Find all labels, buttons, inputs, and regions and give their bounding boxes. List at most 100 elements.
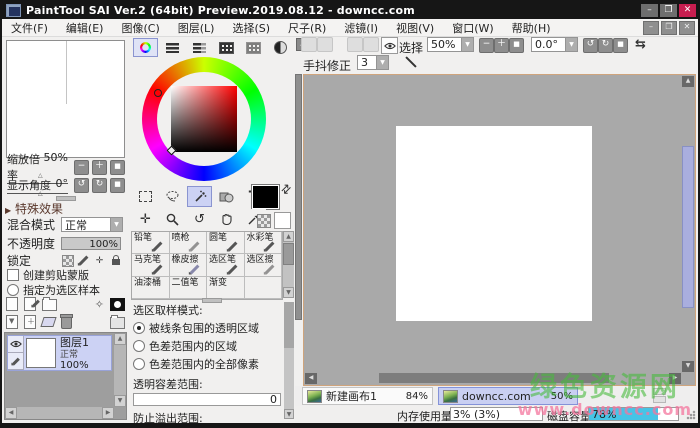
tab-scroll-prev-button[interactable] [653,388,666,395]
brush-selection-eraser[interactable]: 选区擦 [245,254,283,276]
hue-marker[interactable] [154,89,162,97]
redo-button[interactable] [317,37,333,52]
canvas-zoom-in-button[interactable]: ＋ [494,38,509,53]
canvas-scroll-up-icon[interactable]: ▲ [682,76,694,87]
canvas-vscroll-thumb[interactable] [682,146,694,308]
brush-scroll-down-icon[interactable]: ▼ [283,287,294,298]
zoom-reset-button[interactable]: ■ [110,160,125,175]
tab-rgb-sliders[interactable] [160,38,185,57]
menu-layer[interactable]: 图层(L) [169,20,224,36]
lasso-tool[interactable] [160,186,185,207]
merge-down-icon[interactable]: ＋ [24,315,36,329]
zoom-tool[interactable] [160,209,185,230]
menu-ruler[interactable]: 尺子(R) [279,20,335,36]
delete-layer-icon[interactable] [61,316,72,329]
hand-tool[interactable] [214,209,239,230]
option-color-range-pixels[interactable]: 色差范围内的全部像素 [133,356,283,372]
minimize-button[interactable]: – [641,4,658,17]
canvas-vscrollbar[interactable]: ▲ ▼ [682,76,694,384]
doc-close-button[interactable]: ✕ [679,21,695,35]
dropdown-arrow-icon[interactable]: ▼ [565,38,577,51]
navigator-preview[interactable] [6,40,125,158]
magic-wand-tool[interactable] [187,186,212,207]
tab-color-swatches[interactable] [214,38,239,57]
invert-selection-button[interactable] [363,37,379,52]
brush-pencil[interactable]: 铅笔 [132,232,170,254]
menu-help[interactable]: 帮助(H) [503,20,560,36]
doc-minimize-button[interactable]: – [643,21,659,35]
canvas-angle-reset-button[interactable]: ■ [613,38,628,53]
lock-paint-icon[interactable] [77,255,90,267]
rect-select-tool[interactable] [133,186,158,207]
canvas-hscroll-thumb[interactable] [379,373,609,383]
brush-watercolor[interactable]: 水彩笔 [245,232,283,254]
brush-gradient[interactable]: 渐变 [207,277,245,299]
opacity-slider[interactable]: 100% [61,237,121,250]
layer-paint-mode-icon[interactable] [8,353,23,370]
duplicate-layer-icon[interactable] [110,317,125,329]
blend-mode-select[interactable]: 正常 ▼ [61,217,123,232]
line-smoothing-icon[interactable] [403,55,417,69]
panel-splitter[interactable] [295,74,302,320]
scroll-right-icon[interactable]: ▶ [102,407,114,419]
menu-file[interactable]: 文件(F) [2,20,57,36]
canvas-rotate-ccw-button[interactable]: ↺ [583,38,598,53]
clear-layer-icon[interactable] [40,317,56,327]
menu-select[interactable]: 选择(S) [223,20,279,36]
radio-selected-icon[interactable] [133,322,145,334]
select-shape-tool[interactable] [214,186,239,207]
canvas-scroll-right-icon[interactable]: ▶ [669,373,681,384]
rotate-ccw-button[interactable]: ↺ [74,178,89,193]
new-vector-layer-icon[interactable] [24,297,36,311]
canvas-angle-combo[interactable]: 0.0° ▼ [531,37,578,52]
maximize-button[interactable]: ❐ [660,4,677,17]
angle-reset-button[interactable]: ■ [110,178,125,193]
layer-row[interactable]: 图层1 正常 100% [7,335,112,371]
tab-hsv-sliders[interactable] [187,38,212,57]
rotate-cw-button[interactable]: ↻ [92,178,107,193]
menu-view[interactable]: 视图(V) [387,20,443,36]
canvas-zoom-combo[interactable]: 50% ▼ [427,37,474,52]
brush-bucket[interactable]: 油漆桶 [132,277,170,299]
menu-filter[interactable]: 滤镜(I) [335,20,387,36]
background-color-swatch[interactable] [274,212,291,229]
selection-sample-radio[interactable] [7,284,19,296]
rotate-view-tool[interactable]: ↺ [187,209,212,230]
brush-empty-slot[interactable] [245,277,283,299]
swap-colors-icon[interactable]: ⇄ [278,180,295,197]
option-color-range-area[interactable]: 色差范围内的区域 [133,338,283,354]
layer-list-hscrollbar[interactable]: ◀ ▶ [5,407,114,419]
menu-window[interactable]: 窗口(W) [443,20,502,36]
brush-grid-scrollbar[interactable]: ▲ ▼ [283,231,294,298]
brush-eraser[interactable]: 橡皮擦 [170,254,208,276]
tolerance-input[interactable]: 0 [133,393,281,406]
brush-airbrush[interactable]: 喷枪 [170,232,208,254]
brush-binary-pen[interactable]: 二值笔 [170,277,208,299]
canvas-zoom-reset-button[interactable]: ■ [509,38,524,53]
zoom-out-button[interactable]: − [74,160,89,175]
panel-scroll-down-icon[interactable]: ▼ [284,409,294,419]
hue-jitter-icon[interactable]: ✧ [95,298,104,311]
deselect-button[interactable] [347,37,363,52]
scroll-down-icon[interactable]: ▼ [114,395,126,407]
layer-mask-icon[interactable] [110,298,125,311]
angle-slider-marker[interactable]: △ [38,190,43,197]
zoom-in-button[interactable]: ＋ [92,160,107,175]
dropdown-arrow-icon[interactable]: ▼ [110,218,122,231]
tab-new-canvas[interactable]: 新建画布1 84% [302,387,433,405]
scroll-left-icon[interactable]: ◀ [5,407,17,419]
new-folder-icon[interactable] [42,299,57,311]
canvas-rotate-cw-button[interactable]: ↻ [598,38,613,53]
transparent-color-swatch[interactable] [257,214,271,228]
dropdown-arrow-icon[interactable]: ▼ [376,56,388,69]
foreground-color-swatch[interactable] [251,184,280,210]
special-effects-header[interactable]: ▶ 特殊效果 [5,200,63,217]
brush-scroll-up-icon[interactable]: ▲ [283,231,294,242]
window-resize-grip[interactable] [686,410,696,420]
show-selection-button[interactable] [381,37,398,54]
canvas-scroll-down-icon[interactable]: ▼ [682,361,694,372]
scroll-up-icon[interactable]: ▲ [114,333,126,345]
stabilizer-combo[interactable]: 3 ▼ [357,55,389,70]
canvas-hscrollbar[interactable]: ◀ ▶ [305,373,681,384]
close-button[interactable]: ✕ [679,4,696,17]
